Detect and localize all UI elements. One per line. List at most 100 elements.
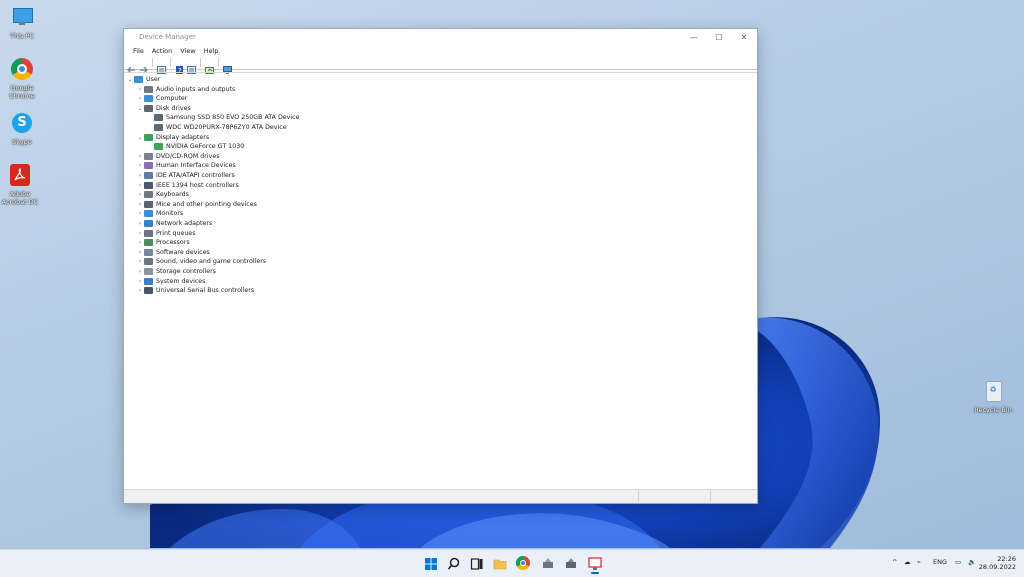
- chevron-right-icon[interactable]: ›: [136, 257, 144, 266]
- clock[interactable]: 22:26 28.09.2022: [979, 555, 1016, 571]
- chevron-right-icon[interactable]: ›: [136, 229, 144, 238]
- disk-icon: [154, 114, 163, 122]
- tree-item[interactable]: › Human Interface Devices: [136, 161, 236, 170]
- toolbar: ?: [124, 56, 757, 75]
- monitor-icon: [144, 210, 153, 218]
- chevron-right-icon[interactable]: ›: [136, 277, 144, 286]
- maximize-button[interactable]: ☐: [708, 31, 730, 44]
- chevron-right-icon[interactable]: ›: [136, 161, 144, 170]
- menu-view[interactable]: View: [176, 46, 199, 56]
- display-tray-icon[interactable]: ▭: [955, 558, 961, 566]
- tree-item[interactable]: › IDE ATA/ATAPI controllers: [136, 171, 235, 180]
- start-icon[interactable]: [424, 556, 438, 570]
- desktop-icon-this-pc[interactable]: This PC: [0, 6, 44, 40]
- desktop-icon-skype[interactable]: S Skype: [0, 112, 44, 146]
- menu-action[interactable]: Action: [148, 46, 176, 56]
- device-manager-window[interactable]: Device Manager — ☐ ✕ File Action View He…: [123, 28, 758, 504]
- menu-help[interactable]: Help: [200, 46, 223, 56]
- tree-item-label: User: [146, 76, 161, 83]
- tree-item-label: Disk drives: [156, 104, 191, 112]
- task-view-icon[interactable]: [470, 556, 484, 570]
- tree-item[interactable]: › Monitors: [136, 209, 183, 218]
- recycle-bin-icon: ♻: [981, 380, 1005, 404]
- tree-item[interactable]: › Keyboards: [136, 190, 189, 199]
- tree-item[interactable]: › Software devices: [136, 248, 210, 257]
- network-tray-icon[interactable]: ⌁: [917, 558, 921, 566]
- device-manager-icon[interactable]: [588, 556, 602, 574]
- chevron-right-icon[interactable]: ›: [136, 219, 144, 228]
- tree-child-item[interactable]: WDC WD20PURX-78P6ZY0 ATA Device: [146, 123, 287, 132]
- tree-child-item[interactable]: Samsung SSD 850 EVO 250GB ATA Device: [146, 113, 300, 122]
- chevron-right-icon[interactable]: ›: [136, 248, 144, 257]
- toolbar-separator: [218, 58, 219, 67]
- chevron-down-icon[interactable]: ⌄: [136, 133, 144, 142]
- tree-item[interactable]: › Network adapters: [136, 219, 212, 228]
- tree-item[interactable]: › Computer: [136, 94, 187, 103]
- chevron-down-icon[interactable]: ⌄: [136, 104, 144, 113]
- language-indicator[interactable]: ENG: [933, 558, 947, 566]
- properties-icon[interactable]: [157, 59, 166, 74]
- chrome-icon[interactable]: [516, 556, 530, 570]
- desktop-icon-label: Skype: [12, 138, 32, 146]
- cloud-icon[interactable]: ☁: [904, 558, 911, 566]
- tree-item[interactable]: ⌄ Disk drives: [136, 104, 191, 113]
- chevron-right-icon[interactable]: ›: [136, 152, 144, 161]
- volume-icon[interactable]: 🔈: [968, 558, 976, 566]
- forward-icon[interactable]: [139, 59, 148, 73]
- chevron-right-icon[interactable]: ›: [136, 94, 144, 103]
- desktop-icon-label: Recycle Bin: [974, 406, 1012, 414]
- toolbar-separator: [152, 58, 153, 67]
- tree-item-label: Mice and other pointing devices: [156, 200, 257, 208]
- desktop-icon-google-chrome[interactable]: Google Chrome: [0, 58, 44, 100]
- tree-item[interactable]: › Universal Serial Bus controllers: [136, 286, 254, 295]
- file-explorer-icon[interactable]: [493, 556, 507, 570]
- tree-item-label: Computer: [156, 95, 188, 103]
- chevron-right-icon[interactable]: ›: [136, 181, 144, 190]
- chevron-right-icon[interactable]: ›: [136, 200, 144, 209]
- desktop-icon-adobe-acrobat[interactable]: Adobe Acrobat DC: [0, 164, 42, 206]
- ide-icon: [144, 172, 153, 179]
- monitor-icon[interactable]: [223, 59, 232, 74]
- tree-root-user[interactable]: ⌄ User: [126, 75, 160, 84]
- tree-item[interactable]: ⌄ Display adapters: [136, 133, 209, 142]
- tree-item[interactable]: › Audio inputs and outputs: [136, 85, 235, 94]
- tree-item-label: Print queues: [156, 229, 196, 237]
- app-icon-1[interactable]: [541, 556, 555, 570]
- window-title: Device Manager: [139, 33, 196, 41]
- tree-item[interactable]: › Print queues: [136, 229, 196, 238]
- tree-item-label: WDC WD20PURX-78P6ZY0 ATA Device: [166, 124, 287, 131]
- tree-item[interactable]: › DVD/CD-ROM drives: [136, 152, 220, 161]
- update-driver-icon[interactable]: [205, 59, 214, 74]
- tree-child-item[interactable]: NVIDIA GeForce GT 1030: [146, 142, 244, 151]
- tree-item[interactable]: › IEEE 1394 host controllers: [136, 181, 239, 190]
- desktop-icon-label: Adobe: [9, 190, 31, 198]
- chevron-right-icon[interactable]: ›: [136, 85, 144, 94]
- tray-chevron-icon[interactable]: ^: [892, 558, 897, 566]
- tree-item[interactable]: › System devices: [136, 277, 205, 286]
- desktop-icon-label: Chrome: [9, 92, 35, 100]
- tree-item[interactable]: › Mice and other pointing devices: [136, 200, 257, 209]
- chevron-right-icon[interactable]: ›: [136, 267, 144, 276]
- tree-item[interactable]: › Storage controllers: [136, 267, 216, 276]
- chevron-right-icon[interactable]: ›: [136, 171, 144, 180]
- desktop-icon-recycle-bin[interactable]: ♻ Recycle Bin: [971, 380, 1015, 414]
- tree-item[interactable]: › Processors: [136, 238, 190, 247]
- view-icon[interactable]: [187, 59, 196, 74]
- chevron-right-icon[interactable]: ›: [136, 286, 144, 295]
- chevron-right-icon[interactable]: ›: [136, 209, 144, 218]
- chevron-right-icon[interactable]: ›: [136, 238, 144, 247]
- close-button[interactable]: ✕: [733, 31, 755, 44]
- app-icon-2[interactable]: [564, 556, 578, 570]
- minimize-button[interactable]: —: [683, 31, 705, 44]
- search-icon[interactable]: [447, 556, 461, 570]
- chevron-right-icon[interactable]: ›: [136, 190, 144, 199]
- title-bar[interactable]: Device Manager — ☐ ✕: [124, 29, 757, 46]
- tree-item-label: IDE ATA/ATAPI controllers: [156, 172, 235, 179]
- printer-icon: [144, 229, 153, 237]
- processor-icon: [144, 239, 153, 247]
- tree-item[interactable]: › Sound, video and game controllers: [136, 257, 266, 266]
- menu-file[interactable]: File: [129, 46, 148, 56]
- help-icon[interactable]: ?: [175, 59, 184, 75]
- chevron-down-icon[interactable]: ⌄: [126, 75, 134, 84]
- back-icon[interactable]: [127, 59, 136, 73]
